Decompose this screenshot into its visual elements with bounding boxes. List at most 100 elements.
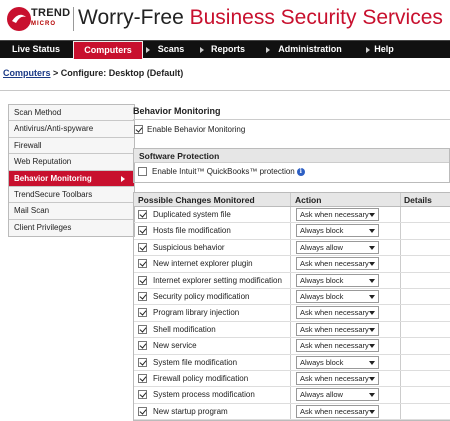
action-select[interactable]: Ask when necessary xyxy=(296,339,379,353)
change-name: Suspicious behavior xyxy=(153,242,225,252)
table-header: Possible Changes Monitored Action Detail… xyxy=(134,193,450,207)
sidebar-item-client-privileges[interactable]: Client Privileges xyxy=(9,219,134,237)
nav-scans[interactable]: Scans xyxy=(146,41,196,58)
action-select[interactable]: Always allow xyxy=(296,388,379,402)
row-enabled-checkbox[interactable] xyxy=(138,373,147,383)
nav-reports[interactable]: Reports xyxy=(200,41,256,58)
change-name: Hosts file modification xyxy=(153,226,231,236)
action-select[interactable]: Ask when necessary xyxy=(296,371,379,385)
table-row: System file modification Always block xyxy=(134,354,450,371)
breadcrumb-separator: > xyxy=(50,68,61,78)
change-name: New service xyxy=(153,341,197,351)
brand-name: TREND MICRO xyxy=(31,7,71,28)
change-name: New internet explorer plugin xyxy=(153,259,253,269)
change-name: Shell modification xyxy=(153,324,216,334)
action-select[interactable]: Always allow xyxy=(296,240,379,254)
nav-live-status[interactable]: Live Status xyxy=(0,41,72,58)
sidebar-item-trendsecure-toolbars[interactable]: TrendSecure Toolbars xyxy=(9,186,134,204)
quickbooks-protection-row: Enable Intuit™ QuickBooks™ protection i xyxy=(134,163,449,177)
divider xyxy=(0,90,450,91)
main-nav: Live Status Computers Scans Reports Admi… xyxy=(0,40,450,59)
action-select-value: Always block xyxy=(300,357,344,367)
action-select[interactable]: Always block xyxy=(296,289,379,303)
action-select-value: Ask when necessary xyxy=(300,210,369,219)
enable-behavior-monitoring-label: Enable Behavior Monitoring xyxy=(147,125,246,135)
chevron-down-icon xyxy=(369,360,375,365)
action-select-value: Ask when necessary xyxy=(300,324,369,334)
chevron-down-icon xyxy=(369,278,375,283)
row-enabled-checkbox[interactable] xyxy=(138,275,147,285)
action-select[interactable]: Ask when necessary xyxy=(296,257,379,271)
row-enabled-checkbox[interactable] xyxy=(138,357,147,367)
action-select-value: Always block xyxy=(300,291,344,301)
row-enabled-checkbox[interactable] xyxy=(138,226,147,236)
table-row: Program library injection Ask when necess… xyxy=(134,305,450,322)
product-title-b: Business Security Services xyxy=(183,6,443,29)
change-name: Program library injection xyxy=(153,308,240,318)
breadcrumb: Computers > Configure: Desktop (Default) xyxy=(3,68,183,78)
row-enabled-checkbox[interactable] xyxy=(138,259,147,269)
page-title: Behavior Monitoring xyxy=(133,106,221,116)
row-enabled-checkbox[interactable] xyxy=(138,242,147,252)
sidebar-item-label: Behavior Monitoring xyxy=(14,173,92,183)
app-header: TREND MICRO Worry-Free Business Security… xyxy=(0,0,450,40)
quickbooks-protection-checkbox[interactable] xyxy=(138,167,147,177)
chevron-down-icon xyxy=(369,311,375,316)
chevron-down-icon xyxy=(369,344,375,349)
breadcrumb-current: Configure: Desktop (Default) xyxy=(60,68,184,78)
action-select-value: Always allow xyxy=(300,242,343,252)
table-row: Firewall policy modification Ask when nec… xyxy=(134,370,450,388)
action-select-value: Ask when necessary xyxy=(300,406,369,416)
action-select[interactable]: Ask when necessary xyxy=(296,208,379,221)
row-enabled-checkbox[interactable] xyxy=(138,324,147,334)
action-select-value: Always allow xyxy=(300,390,343,400)
sidebar-item-behavior-monitoring[interactable]: Behavior Monitoring xyxy=(9,170,134,187)
change-name: Firewall policy modification xyxy=(153,373,249,383)
sidebar-item-scan-method[interactable]: Scan Method xyxy=(9,105,134,122)
table-row: System process modification Always allow xyxy=(134,387,450,404)
nav-computers[interactable]: Computers xyxy=(73,41,143,59)
sidebar-item-web-reputation[interactable]: Web Reputation xyxy=(9,154,134,171)
action-select-value: Always block xyxy=(300,275,344,285)
table-row: New startup program Ask when necessary xyxy=(134,403,450,421)
change-name: New startup program xyxy=(153,406,228,416)
column-header-details: Details xyxy=(404,195,432,205)
action-select[interactable]: Always block xyxy=(296,355,379,369)
chevron-down-icon xyxy=(369,393,375,398)
table-row: New internet explorer plugin Ask when nec… xyxy=(134,256,450,273)
row-enabled-checkbox[interactable] xyxy=(138,406,147,416)
enable-behavior-monitoring-checkbox[interactable] xyxy=(134,125,143,135)
monitored-changes-table: Possible Changes Monitored Action Detail… xyxy=(133,192,450,421)
enable-behavior-monitoring: Enable Behavior Monitoring xyxy=(134,125,246,135)
row-enabled-checkbox[interactable] xyxy=(138,210,147,219)
selected-arrow-icon xyxy=(121,175,125,182)
action-select[interactable]: Always block xyxy=(296,273,379,287)
sidebar-item-mail-scan[interactable]: Mail Scan xyxy=(9,203,134,220)
action-select[interactable]: Ask when necessary xyxy=(296,404,379,418)
nav-administration[interactable]: Administration xyxy=(270,41,350,58)
breadcrumb-computers-link[interactable]: Computers xyxy=(3,68,51,78)
table-row: Hosts file modification Always block xyxy=(134,223,450,240)
sidebar-item-firewall[interactable]: Firewall xyxy=(9,137,134,155)
software-protection-header: Software Protection xyxy=(134,149,449,163)
divider xyxy=(133,119,450,120)
action-select-value: Ask when necessary xyxy=(300,308,369,318)
action-select[interactable]: Ask when necessary xyxy=(296,306,379,320)
change-name: System file modification xyxy=(153,357,238,367)
table-row: Shell modification Ask when necessary xyxy=(134,321,450,339)
chevron-down-icon xyxy=(369,294,375,299)
sidebar-item-antivirus[interactable]: Antivirus/Anti-spyware xyxy=(9,121,134,138)
action-select[interactable]: Always block xyxy=(296,224,379,238)
row-enabled-checkbox[interactable] xyxy=(138,341,147,351)
quickbooks-protection-label: Enable Intuit™ QuickBooks™ protection xyxy=(152,167,295,177)
change-name: System process modification xyxy=(153,390,255,400)
row-enabled-checkbox[interactable] xyxy=(138,308,147,318)
nav-help[interactable]: Help xyxy=(366,41,402,58)
chevron-down-icon xyxy=(369,213,375,217)
action-select[interactable]: Ask when necessary xyxy=(296,322,379,336)
row-enabled-checkbox[interactable] xyxy=(138,390,147,400)
info-icon[interactable]: i xyxy=(296,167,305,176)
product-title-a: Worry-Free xyxy=(78,6,184,29)
column-header-action: Action xyxy=(295,195,322,205)
row-enabled-checkbox[interactable] xyxy=(138,291,147,301)
